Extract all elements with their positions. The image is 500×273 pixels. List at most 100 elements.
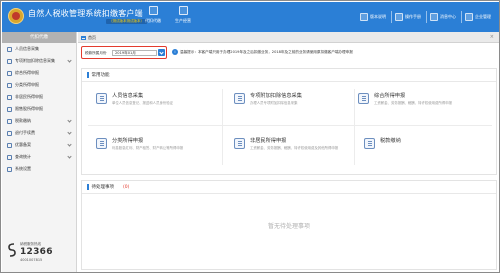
sidebar-item-label: 非居民所得申报 xyxy=(15,94,43,99)
common-functions-title-text: 常用功能 xyxy=(91,73,110,78)
card-description: 工资薪金、劳务报酬、稿酬、特许权使用费所得申报 xyxy=(374,101,452,105)
card-title: 分类所得申报 xyxy=(112,138,144,144)
sidebar-item-label: 专项附加扣除信息采集 xyxy=(15,58,55,63)
person-icon xyxy=(7,46,12,52)
sidebar-item-label: 税款缴纳 xyxy=(15,118,31,123)
card-title: 税款缴纳 xyxy=(380,138,401,144)
business-tool-label: 生产经营 xyxy=(175,18,191,23)
close-icon[interactable]: × xyxy=(490,34,494,40)
card-comprehensive-income[interactable]: 综合所得申报 工资薪金、劳务报酬、稿酬、特许权使用费所得申报 xyxy=(358,85,492,121)
hotline-footer: 纳税服务热线 12366 4001007815 xyxy=(2,237,76,272)
card-description: 利息股息红利、财产租赁、财产转让等所得申报 xyxy=(112,146,184,150)
sidebar-item-query-statistics[interactable]: 查询统计 xyxy=(2,151,76,163)
tax-period-label: 税款所属月份 xyxy=(85,51,107,55)
app-title: 自然人税收管理系统扣缴客户端 xyxy=(28,9,143,18)
sidebar-item-nonresident-income[interactable]: 非居民所得申报 xyxy=(2,91,76,103)
pending-items-title-text: 待处理事项 xyxy=(91,185,115,190)
sidebar: 代扣代缴 人员信息采集 专项附加扣除信息采集 综合所得申报 分类所得申报 非居民… xyxy=(2,32,77,272)
chevron-down-icon[interactable] xyxy=(158,49,165,56)
empty-state-text: 暂无待处理事项 xyxy=(267,223,310,230)
column-divider xyxy=(354,89,355,165)
sidebar-item-label: 优惠备案 xyxy=(15,142,31,147)
company-icon xyxy=(465,13,473,21)
sidebar-item-tax-payment[interactable]: 税款缴纳 xyxy=(2,115,76,127)
sidebar-item-fee-refund[interactable]: 退付手续费 xyxy=(2,127,76,139)
column-divider xyxy=(222,89,223,165)
card-personnel-collection[interactable]: 人员信息采集 单位人员信息登记、报送和人员身份验证 xyxy=(96,85,216,121)
message-center-link[interactable]: 消息中心 xyxy=(430,12,456,22)
document-icon xyxy=(360,13,368,21)
company-management-label: 企业管理 xyxy=(475,14,491,19)
card-title: 专项附加扣除信息采集 xyxy=(250,93,302,99)
sidebar-item-system-settings[interactable]: 系统设置 xyxy=(2,163,76,175)
version-notes-link[interactable]: 版本说明 xyxy=(360,12,386,22)
section-divider xyxy=(82,81,496,82)
chevron-down-icon xyxy=(67,142,72,147)
common-functions-panel: 常用功能 人员信息采集 单位人员信息登记、报送和人员身份验证 专项附加扣除信息采… xyxy=(81,68,497,175)
list-icon xyxy=(7,58,12,64)
hotline-number-secondary: 4001007815 xyxy=(20,258,43,262)
main-content: 首页 × 税款所属月份 2019年01月 i 温馨提示：本客户端只用于办理201… xyxy=(78,32,499,272)
sidebar-item-label: 系统设置 xyxy=(15,166,31,171)
tab-bar: 首页 × xyxy=(78,32,499,43)
pending-items-title: 待处理事项 (0) xyxy=(87,184,129,190)
tax-period-selector: 税款所属月份 2019年01月 xyxy=(81,46,167,59)
sidebar-item-personnel[interactable]: 人员信息采集 xyxy=(2,43,76,55)
home-icon xyxy=(81,36,86,40)
tax-service-logo-icon xyxy=(8,243,16,257)
sidebar-item-label: 限售股所得申报 xyxy=(15,106,43,111)
card-title: 综合所得申报 xyxy=(374,93,406,99)
category-icon xyxy=(7,82,12,88)
hotline-number: 12366 xyxy=(20,247,53,257)
header-divider xyxy=(426,11,427,23)
sidebar-item-restricted-shares[interactable]: 限售股所得申报 xyxy=(2,103,76,115)
withholding-tool-button[interactable]: 代扣代缴 xyxy=(140,6,166,30)
card-special-deductions[interactable]: 专项附加扣除信息采集 办理人员专项附加扣除信息采集 xyxy=(234,85,354,121)
gear-icon xyxy=(7,166,12,172)
app-window: 自然人税收管理系统扣缴客户端 （测试版本测试版本） 代扣代缴 生产经营 版本说明… xyxy=(0,0,500,273)
deduction-icon xyxy=(234,93,245,104)
card-description: 办理人员专项附加扣除信息采集 xyxy=(250,101,298,105)
header-divider xyxy=(391,11,392,23)
tab-home[interactable]: 首页 xyxy=(81,34,96,42)
sidebar-heading: 代扣代缴 xyxy=(2,32,76,43)
tab-home-label: 首页 xyxy=(88,35,96,40)
info-icon: i xyxy=(172,49,178,55)
person-icon xyxy=(96,93,107,104)
search-icon xyxy=(7,154,12,160)
tip-text: 温馨提示：本客户端只用于办理2019年及之后扣缴业务，2018年及之前的业务请使… xyxy=(180,50,353,54)
sidebar-item-label: 人员信息采集 xyxy=(15,46,39,51)
version-notes-label: 版本说明 xyxy=(370,14,386,19)
sidebar-item-comprehensive-income[interactable]: 综合所得申报 xyxy=(2,67,76,79)
card-classified-income[interactable]: 分类所得申报 利息股息红利、财产租赁、财产转让等所得申报 xyxy=(96,130,216,166)
sidebar-item-special-deductions[interactable]: 专项附加扣除信息采集 xyxy=(2,55,76,67)
category-icon xyxy=(96,138,107,149)
payment-icon xyxy=(7,118,12,124)
payment-icon xyxy=(364,138,375,149)
period-row: 税款所属月份 2019年01月 i 温馨提示：本客户端只用于办理2019年及之后… xyxy=(78,44,499,60)
refund-icon xyxy=(7,130,12,136)
row-divider xyxy=(88,125,492,126)
sidebar-item-label: 查询统计 xyxy=(15,154,31,159)
sidebar-item-label: 退付手续费 xyxy=(15,130,35,135)
nonresident-icon xyxy=(7,94,12,100)
manual-label: 操作手册 xyxy=(405,14,421,19)
book-icon xyxy=(395,13,403,21)
business-tool-button[interactable]: 生产经营 xyxy=(170,6,196,30)
filing-icon xyxy=(7,142,12,148)
company-management-link[interactable]: 企业管理 xyxy=(465,12,491,22)
manual-link[interactable]: 操作手册 xyxy=(395,12,421,22)
app-header: 自然人税收管理系统扣缴客户端 （测试版本测试版本） 代扣代缴 生产经营 版本说明… xyxy=(2,2,499,32)
card-description: 单位人员信息登记、报送和人员身份验证 xyxy=(112,101,174,105)
sidebar-item-label: 综合所得申报 xyxy=(15,70,39,75)
card-title: 非居民所得申报 xyxy=(250,138,287,144)
card-nonresident-income[interactable]: 非居民所得申报 工资薪金、劳务报酬、稿酬、特许权使用费及其他所得申报 xyxy=(234,130,354,166)
sidebar-item-preferential-filing[interactable]: 优惠备案 xyxy=(2,139,76,151)
sidebar-item-classified-income[interactable]: 分类所得申报 xyxy=(2,79,76,91)
tax-period-select[interactable]: 2019年01月 xyxy=(112,49,157,56)
card-tax-payment[interactable]: 税款缴纳 xyxy=(364,130,492,166)
withholding-icon xyxy=(148,6,158,15)
section-divider xyxy=(82,193,496,194)
sidebar-item-label: 分类所得申报 xyxy=(15,82,39,87)
report-icon xyxy=(7,70,12,76)
